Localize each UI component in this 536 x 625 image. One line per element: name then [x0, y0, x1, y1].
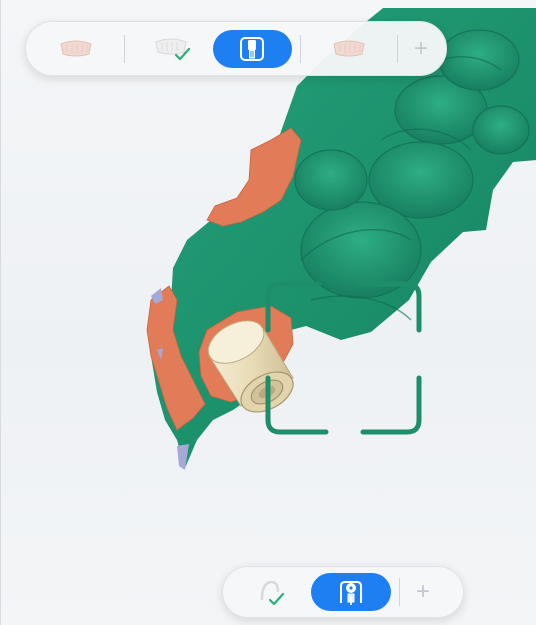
jaw-icon	[333, 40, 365, 56]
lower-jaw-button[interactable]	[133, 30, 213, 68]
gingiva-check-icon	[260, 580, 285, 606]
upper-jaw-button[interactable]	[36, 30, 116, 68]
toolbar-divider	[397, 34, 399, 63]
lower-jaw-check-icon	[155, 38, 190, 60]
upper-jaw-icon	[60, 40, 92, 56]
bottom-toolbar: +	[222, 566, 464, 618]
toolbar-divider	[123, 34, 125, 63]
scanbody-button[interactable]	[212, 29, 293, 68]
toolbar-divider	[399, 578, 400, 606]
add-scan-button[interactable]: +	[406, 35, 436, 63]
top-toolbar: +	[25, 21, 447, 76]
gingiva-scan-button[interactable]	[231, 573, 311, 611]
opposing-jaw-button[interactable]	[309, 30, 389, 68]
scan-viewport[interactable]: + +	[0, 0, 536, 625]
implant-scan-icon	[340, 581, 362, 605]
scanbody-icon	[240, 36, 265, 61]
scan-3d-model[interactable]	[1, 0, 536, 625]
toolbar-divider	[300, 34, 302, 63]
implant-scan-button[interactable]	[311, 573, 391, 611]
add-step-button[interactable]: +	[408, 578, 438, 606]
